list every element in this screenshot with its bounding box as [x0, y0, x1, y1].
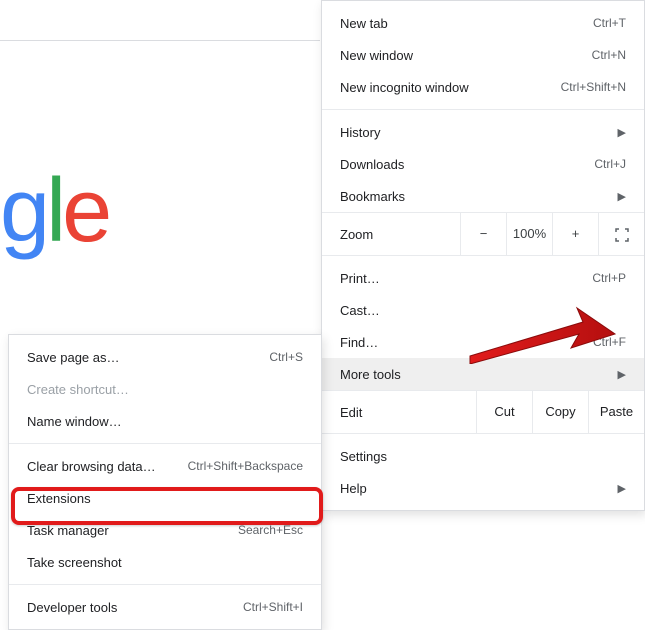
logo-letter-e: e [62, 161, 108, 261]
menu-shortcut: Ctrl+F [593, 335, 626, 349]
menu-shortcut: Ctrl+J [594, 157, 626, 171]
fullscreen-button[interactable] [598, 213, 644, 255]
menu-label: Settings [340, 449, 626, 464]
logo-letter-l: l [46, 161, 62, 261]
menu-item-cast[interactable]: Cast… [322, 294, 644, 326]
chevron-right-icon: ▶ [618, 368, 626, 381]
submenu-item-developer-tools[interactable]: Developer tools Ctrl+Shift+I [9, 591, 321, 623]
menu-label: Bookmarks [340, 189, 608, 204]
menu-item-new-tab[interactable]: New tab Ctrl+T [322, 7, 644, 39]
submenu-item-name-window[interactable]: Name window… [9, 405, 321, 437]
menu-shortcut: Ctrl+N [592, 48, 626, 62]
menu-label: Cast… [340, 303, 626, 318]
menu-item-incognito[interactable]: New incognito window Ctrl+Shift+N [322, 71, 644, 103]
menu-shortcut: Ctrl+P [592, 271, 626, 285]
zoom-value: 100% [506, 213, 552, 255]
paste-button[interactable]: Paste [588, 391, 644, 433]
chrome-main-menu: New tab Ctrl+T New window Ctrl+N New inc… [321, 0, 645, 511]
zoom-label: Zoom [322, 227, 460, 242]
menu-label: History [340, 125, 608, 140]
chevron-right-icon: ▶ [618, 482, 626, 495]
page-divider [0, 40, 320, 41]
menu-label: New window [340, 48, 582, 63]
zoom-out-button[interactable]: − [460, 213, 506, 255]
edit-row: Edit Cut Copy Paste [322, 390, 644, 434]
menu-item-bookmarks[interactable]: Bookmarks ▶ [322, 180, 644, 212]
menu-separator [9, 584, 321, 585]
menu-item-downloads[interactable]: Downloads Ctrl+J [322, 148, 644, 180]
menu-item-print[interactable]: Print… Ctrl+P [322, 262, 644, 294]
submenu-item-take-screenshot[interactable]: Take screenshot [9, 546, 321, 578]
zoom-in-button[interactable]: + [552, 213, 598, 255]
menu-shortcut: Ctrl+Shift+I [243, 600, 303, 614]
menu-item-help[interactable]: Help ▶ [322, 472, 644, 504]
copy-button[interactable]: Copy [532, 391, 588, 433]
menu-shortcut: Search+Esc [238, 523, 303, 537]
menu-item-history[interactable]: History ▶ [322, 116, 644, 148]
submenu-item-task-manager[interactable]: Task manager Search+Esc [9, 514, 321, 546]
submenu-item-clear-browsing[interactable]: Clear browsing data… Ctrl+Shift+Backspac… [9, 450, 321, 482]
submenu-item-extensions[interactable]: Extensions [9, 482, 321, 514]
menu-label: Save page as… [27, 350, 259, 365]
menu-label: Clear browsing data… [27, 459, 178, 474]
menu-label: Extensions [27, 491, 303, 506]
submenu-item-create-shortcut: Create shortcut… [9, 373, 321, 405]
menu-label: New incognito window [340, 80, 551, 95]
menu-label: Downloads [340, 157, 584, 172]
chevron-right-icon: ▶ [618, 190, 626, 203]
menu-label: Task manager [27, 523, 228, 538]
menu-label: Print… [340, 271, 582, 286]
menu-separator [322, 109, 644, 110]
menu-item-find[interactable]: Find… Ctrl+F [322, 326, 644, 358]
logo-letter-g: g [0, 161, 46, 261]
menu-item-more-tools[interactable]: More tools ▶ [322, 358, 644, 390]
menu-shortcut: Ctrl+Shift+N [561, 80, 626, 94]
menu-shortcut: Ctrl+S [269, 350, 303, 364]
menu-shortcut: Ctrl+Shift+Backspace [188, 459, 303, 473]
menu-item-new-window[interactable]: New window Ctrl+N [322, 39, 644, 71]
menu-shortcut: Ctrl+T [593, 16, 626, 30]
menu-label: New tab [340, 16, 583, 31]
fullscreen-icon [615, 228, 629, 242]
menu-label: Developer tools [27, 600, 233, 615]
menu-label: Name window… [27, 414, 303, 429]
menu-label: Help [340, 481, 608, 496]
menu-separator [9, 443, 321, 444]
menu-label: Create shortcut… [27, 382, 303, 397]
menu-item-settings[interactable]: Settings [322, 440, 644, 472]
menu-label: Find… [340, 335, 583, 350]
menu-label: More tools [340, 367, 608, 382]
edit-label: Edit [322, 405, 476, 420]
zoom-row: Zoom − 100% + [322, 212, 644, 256]
google-logo-fragment: gle [0, 160, 108, 263]
cut-button[interactable]: Cut [476, 391, 532, 433]
submenu-item-save-page[interactable]: Save page as… Ctrl+S [9, 341, 321, 373]
menu-label: Take screenshot [27, 555, 303, 570]
chevron-right-icon: ▶ [618, 126, 626, 139]
